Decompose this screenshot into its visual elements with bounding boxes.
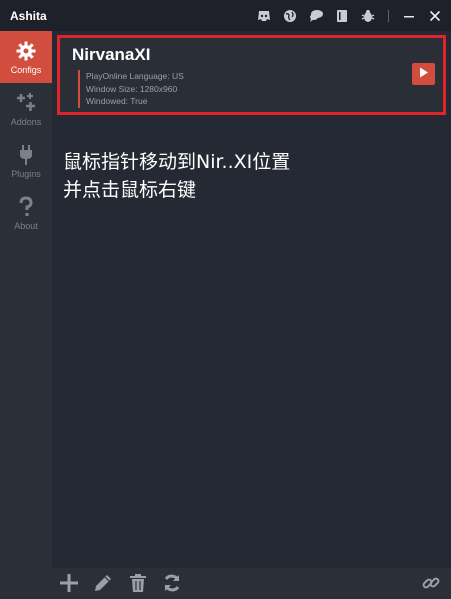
discord-icon[interactable]: [256, 8, 272, 24]
instruction-line-2: 并点击鼠标右键: [63, 179, 197, 201]
globe-icon[interactable]: [282, 8, 298, 24]
close-icon[interactable]: [427, 8, 443, 24]
instruction-text: 鼠标指针移动到Nir..XI位置 并点击鼠标右键: [63, 148, 290, 204]
link-icon[interactable]: [420, 572, 442, 594]
sidebar-item-label: Configs: [10, 65, 42, 75]
config-details: PlayOnline Language: US Window Size: 128…: [78, 70, 184, 108]
title-separator: [388, 9, 389, 22]
puzzle-plus-icon: [15, 91, 37, 115]
instruction-line-1: 鼠标指针移动到Nir..XI位置: [63, 151, 291, 173]
config-detail-windowed: Windowed: True: [86, 96, 148, 106]
delete-icon[interactable]: [127, 572, 149, 594]
chat-icon[interactable]: [308, 8, 324, 24]
app-title: Ashita: [10, 8, 47, 23]
question-icon: [18, 195, 34, 219]
config-detail-window-size: Window Size: 1280x960: [86, 83, 178, 94]
edit-icon[interactable]: [92, 572, 114, 594]
main-content: NirvanaXI PlayOnline Language: US Window…: [52, 31, 451, 568]
title-bar: Ashita: [0, 0, 451, 31]
config-name: NirvanaXI: [72, 45, 151, 64]
config-detail-language: PlayOnline Language: US: [86, 71, 184, 81]
title-icons: [246, 0, 443, 31]
launch-button[interactable]: [412, 63, 435, 85]
bug-icon[interactable]: [360, 8, 376, 24]
plug-icon: [18, 143, 34, 167]
config-card[interactable]: NirvanaXI PlayOnline Language: US Window…: [57, 35, 446, 115]
minimize-icon[interactable]: [401, 8, 417, 24]
sidebar-item-about[interactable]: About: [0, 187, 52, 239]
bottom-toolbar: [52, 568, 451, 599]
sidebar: Configs Addons Plugins About: [0, 31, 52, 599]
refresh-icon[interactable]: [161, 572, 183, 594]
sidebar-item-plugins[interactable]: Plugins: [0, 135, 52, 187]
gear-icon: [16, 39, 36, 63]
add-icon[interactable]: [58, 572, 80, 594]
sidebar-item-label: About: [14, 221, 38, 231]
sidebar-item-addons[interactable]: Addons: [0, 83, 52, 135]
book-icon[interactable]: [334, 8, 350, 24]
sidebar-item-label: Addons: [10, 117, 42, 127]
sidebar-item-label: Plugins: [11, 169, 41, 179]
play-icon: [419, 65, 429, 83]
sidebar-item-configs[interactable]: Configs: [0, 31, 52, 83]
